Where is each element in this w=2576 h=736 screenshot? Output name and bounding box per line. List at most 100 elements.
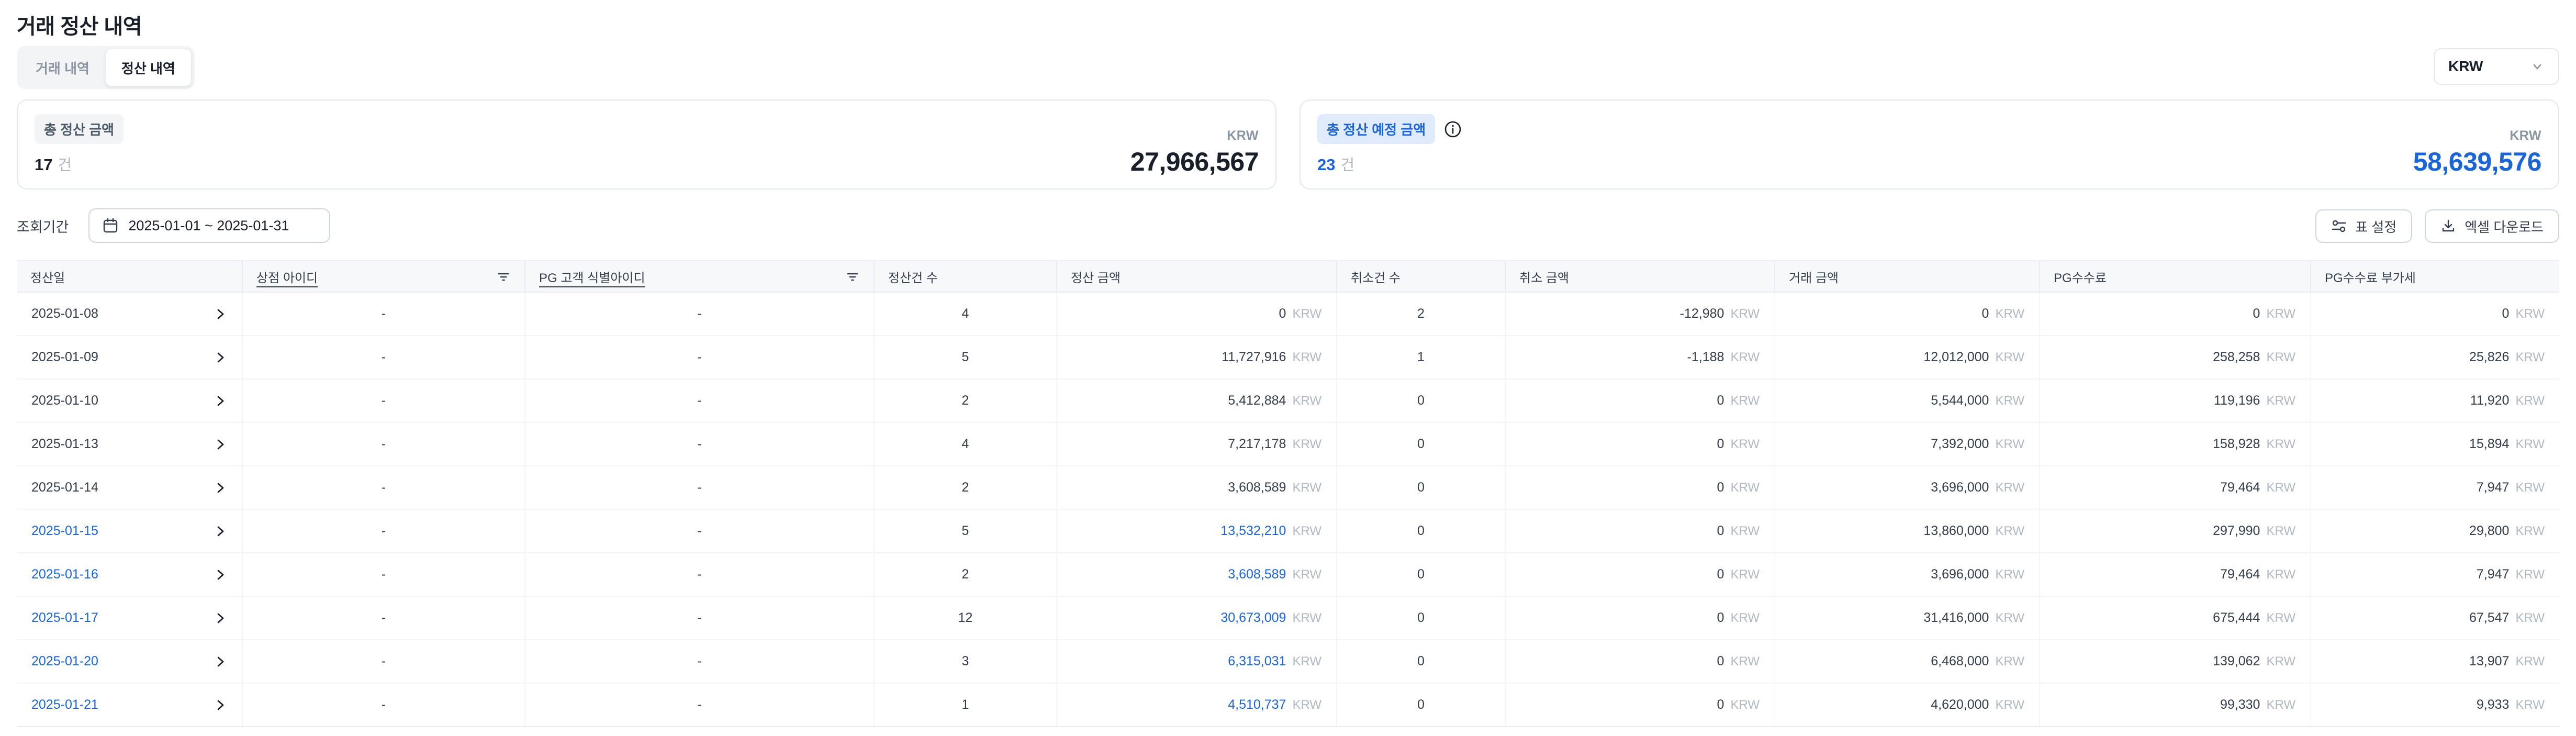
currency-suffix: KRW [1730, 567, 1760, 582]
column-header-5: 취소건 수 [1336, 261, 1505, 292]
column-header-4: 정산 금액 [1056, 261, 1336, 292]
amount-value: 0 [1717, 523, 1724, 539]
currency-suffix: KRW [2515, 524, 2545, 539]
row-expand-chevron-icon[interactable] [214, 525, 227, 538]
settlement-date-link[interactable]: 2025-01-17 [31, 610, 98, 626]
settlement-count-cell: 2 [873, 553, 1056, 596]
action-buttons: 표 설정 엑셀 다운로드 [2315, 209, 2559, 243]
cancel-amount-cell: -1,188KRW [1505, 336, 1774, 378]
settlement-date-link[interactable]: 2025-01-15 [31, 523, 98, 539]
row-expand-chevron-icon[interactable] [214, 611, 227, 625]
currency-suffix: KRW [2266, 394, 2295, 408]
amount-value: 29,800 [2469, 523, 2509, 539]
row-expand-chevron-icon[interactable] [214, 481, 227, 495]
row-expand-chevron-icon[interactable] [214, 351, 227, 364]
currency-suffix: KRW [1730, 437, 1760, 452]
settlement-amount-cell: 0KRW [1056, 293, 1336, 335]
currency-suffix: KRW [2515, 611, 2545, 626]
transaction-amount-cell: 5,544,000KRW [1774, 380, 2039, 422]
date-range-value: 2025-01-01 ~ 2025-01-31 [128, 218, 289, 234]
table-settings-button[interactable]: 표 설정 [2315, 209, 2412, 243]
amount-value: 0 [1982, 306, 1989, 321]
settlement-amount-cell: 13,532,210KRW [1056, 510, 1336, 552]
pg-customer-id-cell: - [524, 293, 873, 335]
column-label: 정산 금액 [1071, 267, 1121, 286]
cancel-count-cell: 2 [1336, 293, 1505, 335]
cancel-amount-cell: 0KRW [1505, 597, 1774, 639]
pg-fee-cell: 0KRW [2039, 293, 2310, 335]
settlement-amount-cell: 3,608,589KRW [1056, 553, 1336, 596]
filter-icon[interactable] [838, 269, 860, 284]
column-label: PG수수료 부가세 [2325, 267, 2416, 286]
settlement-page: 거래 정산 내역 거래 내역 정산 내역 KRW 총 정산 금액 17건 KRW… [0, 0, 2576, 736]
merchant-id-cell: - [242, 380, 524, 422]
info-icon[interactable] [1443, 120, 1462, 139]
settlement-table: 정산일상점 아이디PG 고객 식별아이디정산건 수정산 금액취소건 수취소 금액… [17, 260, 2559, 727]
cancel-amount-cell: 0KRW [1505, 684, 1774, 726]
settlement-date: 2025-01-10 [31, 393, 98, 408]
pg-customer-id-cell: - [524, 380, 873, 422]
currency-select[interactable]: KRW [2434, 48, 2559, 85]
settlement-date-link[interactable]: 2025-01-16 [31, 567, 98, 582]
row-expand-chevron-icon[interactable] [214, 568, 227, 582]
currency-label: KRW [1227, 128, 1259, 143]
pg-customer-id-cell: - [524, 597, 873, 639]
tab-settlement-history[interactable]: 정산 내역 [105, 49, 192, 86]
amount-value: -12,980 [1680, 306, 1724, 321]
row-expand-chevron-icon[interactable] [214, 307, 227, 321]
tab-group: 거래 내역 정산 내역 [17, 46, 195, 89]
merchant-id-cell: - [242, 597, 524, 639]
download-icon [2440, 218, 2456, 234]
card-right: KRW 58,639,576 [2413, 114, 2541, 175]
table-row-2025-01-15: 2025-01-15--513,532,210KRW00KRW13,860,00… [17, 510, 2559, 553]
pg-fee-cell: 297,990KRW [2039, 510, 2310, 552]
excel-download-button[interactable]: 엑셀 다운로드 [2425, 209, 2559, 243]
transaction-amount-cell: 12,012,000KRW [1774, 336, 2039, 378]
currency-suffix: KRW [2266, 654, 2295, 669]
settlement-count-cell: 5 [873, 510, 1056, 552]
currency-suffix: KRW [1995, 611, 2024, 626]
amount-value: 139,062 [2213, 654, 2260, 669]
pg-fee-cell: 119,196KRW [2039, 380, 2310, 422]
table-row-2025-01-10: 2025-01-10--25,412,884KRW00KRW5,544,000K… [17, 380, 2559, 423]
cancel-amount-cell: -12,980 KRW [1505, 293, 1774, 335]
cancel-count-cell: 0 [1336, 553, 1505, 596]
column-header-8: PG수수료 [2039, 261, 2310, 292]
row-expand-chevron-icon[interactable] [214, 394, 227, 408]
settlement-count-cell: 3 [873, 640, 1056, 683]
settlement-count-cell: 12 [873, 597, 1056, 639]
currency-suffix: KRW [1292, 524, 1321, 539]
settlement-date-link[interactable]: 2025-01-20 [31, 654, 98, 669]
column-header-0: 정산일 [17, 261, 242, 292]
currency-suffix: KRW [1292, 698, 1321, 712]
column-label: 정산건 수 [888, 267, 938, 286]
merchant-id-cell: - [242, 684, 524, 726]
cancel-count-cell: 0 [1336, 510, 1505, 552]
currency-suffix: KRW [2515, 698, 2545, 712]
count-unit: 건 [1340, 157, 1354, 174]
table-settings-label: 표 설정 [2355, 217, 2396, 236]
total-settled-count: 17건 [35, 153, 72, 175]
amount-value: 4,510,737 [1228, 697, 1286, 712]
total-settled-card: 총 정산 금액 17건 KRW 27,966,567 [17, 99, 1276, 189]
amount-value: 6,315,031 [1228, 654, 1286, 669]
pg-fee-vat-cell: 11,920KRW [2310, 380, 2559, 422]
currency-suffix: KRW [1730, 307, 1760, 321]
currency-suffix: KRW [2266, 350, 2295, 365]
amount-value: 4,620,000 [1931, 697, 1989, 712]
pg-fee-vat-cell: 29,800 KRW [2310, 510, 2559, 552]
row-expand-chevron-icon[interactable] [214, 438, 227, 451]
table-row-2025-01-08: 2025-01-08--40KRW2-12,980KRW0KRW0KRW0KRW [17, 293, 2559, 336]
table-body: 2025-01-08--40KRW2-12,980KRW0KRW0KRW0KRW… [17, 293, 2559, 727]
row-expand-chevron-icon[interactable] [214, 655, 227, 668]
row-expand-chevron-icon[interactable] [214, 698, 227, 712]
amount-value: 3,696,000 [1931, 567, 1989, 582]
date-range-input[interactable]: 2025-01-01 ~ 2025-01-31 [88, 208, 330, 243]
count-value: 17 [35, 155, 52, 174]
currency-suffix: KRW [2266, 524, 2295, 539]
card-right: KRW 27,966,567 [1130, 114, 1259, 175]
filter-icon[interactable] [489, 269, 511, 284]
amount-value: 67,547 [2469, 610, 2509, 626]
settlement-date-link[interactable]: 2025-01-21 [31, 697, 98, 712]
tab-transaction-history[interactable]: 거래 내역 [20, 49, 105, 86]
